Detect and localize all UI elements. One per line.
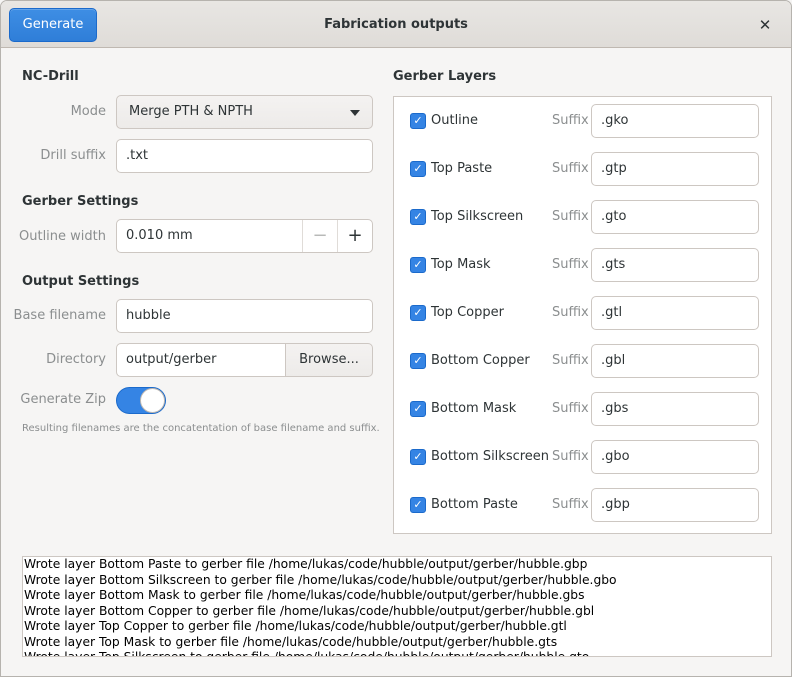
header-bar: Generate Fabrication outputs ✕	[1, 1, 791, 48]
fabrication-outputs-window: Generate Fabrication outputs ✕ NC-Drill …	[0, 0, 792, 677]
gerber-layers-list: ✓ Outline Suffix .gko ✓ Top Paste Suffix .gtp ✓ T…	[393, 96, 772, 534]
suffix-label: Suffix	[552, 257, 589, 272]
layer-row: ✓ Top Paste Suffix .gtp	[394, 145, 771, 193]
layer-suffix-input[interactable]: .gto	[591, 200, 759, 234]
suffix-label: Suffix	[552, 353, 589, 368]
suffix-label: Suffix	[552, 209, 589, 224]
layer-row: ✓ Top Copper Suffix .gtl	[394, 289, 771, 337]
switch-knob	[140, 388, 165, 413]
suffix-label: Suffix	[552, 113, 589, 128]
layer-suffix-input[interactable]: .gbo	[591, 440, 759, 474]
increment-button[interactable]: +	[337, 220, 372, 252]
layer-checkbox[interactable]: ✓	[410, 353, 426, 369]
layer-name[interactable]: Top Silkscreen	[431, 193, 523, 241]
decrement-button[interactable]: −	[302, 220, 337, 252]
layer-checkbox[interactable]: ✓	[410, 305, 426, 321]
layer-name[interactable]: Bottom Silkscreen	[431, 433, 549, 481]
base-filename-label: Base filename	[13, 308, 106, 323]
log-line: Wrote layer Top Silkscreen to gerber fil…	[24, 650, 590, 657]
drill-suffix-label: Drill suffix	[40, 148, 106, 163]
mode-label: Mode	[70, 104, 106, 119]
outline-width-spinbutton[interactable]: 0.010 mm − +	[116, 219, 373, 253]
layer-name[interactable]: Outline	[431, 97, 478, 145]
layer-name[interactable]: Bottom Copper	[431, 337, 530, 385]
suffix-label: Suffix	[552, 401, 589, 416]
log-line: Wrote layer Bottom Paste to gerber file …	[24, 557, 588, 571]
layer-row: ✓ Bottom Paste Suffix .gbp	[394, 481, 771, 529]
dropdown-arrow-icon	[350, 110, 360, 116]
log-line: Wrote layer Bottom Silkscreen to gerber …	[24, 572, 617, 587]
layer-row: ✓ Outline Suffix .gko	[394, 97, 771, 145]
layer-row: ✓ Bottom Copper Suffix .gbl	[394, 337, 771, 385]
suffix-label: Suffix	[552, 497, 589, 512]
layer-checkbox[interactable]: ✓	[410, 113, 426, 129]
layer-checkbox[interactable]: ✓	[410, 161, 426, 177]
filename-hint: Resulting filenames are the concatentati…	[22, 423, 380, 434]
layer-suffix-input[interactable]: .gbl	[591, 344, 759, 378]
layer-row: ✓ Bottom Silkscreen Suffix .gbo	[394, 433, 771, 481]
outline-width-value[interactable]: 0.010 mm	[126, 220, 193, 252]
generate-zip-switch[interactable]	[116, 387, 166, 414]
layer-suffix-input[interactable]: .gko	[591, 104, 759, 138]
layer-checkbox[interactable]: ✓	[410, 449, 426, 465]
directory-label: Directory	[46, 352, 106, 367]
output-settings-heading: Output Settings	[22, 274, 140, 289]
outline-width-label: Outline width	[19, 229, 106, 244]
layer-name[interactable]: Bottom Paste	[431, 481, 518, 529]
layer-suffix-input[interactable]: .gbs	[591, 392, 759, 426]
close-icon[interactable]: ✕	[753, 13, 777, 37]
log-line: Wrote layer Top Mask to gerber file /hom…	[24, 634, 558, 649]
layer-suffix-input[interactable]: .gtp	[591, 152, 759, 186]
layer-checkbox[interactable]: ✓	[410, 497, 426, 513]
generate-zip-label: Generate Zip	[20, 392, 106, 407]
nc-drill-heading: NC-Drill	[22, 69, 79, 84]
layer-row: ✓ Bottom Mask Suffix .gbs	[394, 385, 771, 433]
browse-button[interactable]: Browse...	[285, 343, 373, 377]
layer-name[interactable]: Top Mask	[431, 241, 491, 289]
layer-checkbox[interactable]: ✓	[410, 401, 426, 417]
suffix-label: Suffix	[552, 305, 589, 320]
log-line: Wrote layer Bottom Mask to gerber file /…	[24, 588, 585, 602]
gerber-settings-heading: Gerber Settings	[22, 194, 139, 209]
layer-row: ✓ Top Silkscreen Suffix .gto	[394, 193, 771, 241]
output-log[interactable]: Wrote layer Bottom Paste to gerber file …	[22, 556, 772, 657]
directory-input[interactable]: output/gerber	[116, 343, 286, 377]
layer-suffix-input[interactable]: .gbp	[591, 488, 759, 522]
layer-checkbox[interactable]: ✓	[410, 257, 426, 273]
layer-row: ✓ Top Mask Suffix .gts	[394, 241, 771, 289]
log-line: Wrote layer Top Copper to gerber file /h…	[24, 619, 567, 633]
suffix-label: Suffix	[552, 161, 589, 176]
base-filename-input[interactable]: hubble	[116, 299, 373, 333]
layer-name[interactable]: Top Paste	[431, 145, 492, 193]
mode-dropdown[interactable]: Merge PTH & NPTH	[116, 95, 373, 129]
mode-value: Merge PTH & NPTH	[129, 104, 253, 119]
suffix-label: Suffix	[552, 449, 589, 464]
window-title: Fabrication outputs	[324, 17, 468, 32]
log-line: Wrote layer Bottom Copper to gerber file…	[24, 603, 595, 618]
layer-suffix-input[interactable]: .gtl	[591, 296, 759, 330]
layer-checkbox[interactable]: ✓	[410, 209, 426, 225]
layer-name[interactable]: Top Copper	[431, 289, 504, 337]
layer-suffix-input[interactable]: .gts	[591, 248, 759, 282]
layer-name[interactable]: Bottom Mask	[431, 385, 516, 433]
drill-suffix-input[interactable]: .txt	[116, 139, 373, 173]
gerber-layers-heading: Gerber Layers	[393, 69, 497, 84]
